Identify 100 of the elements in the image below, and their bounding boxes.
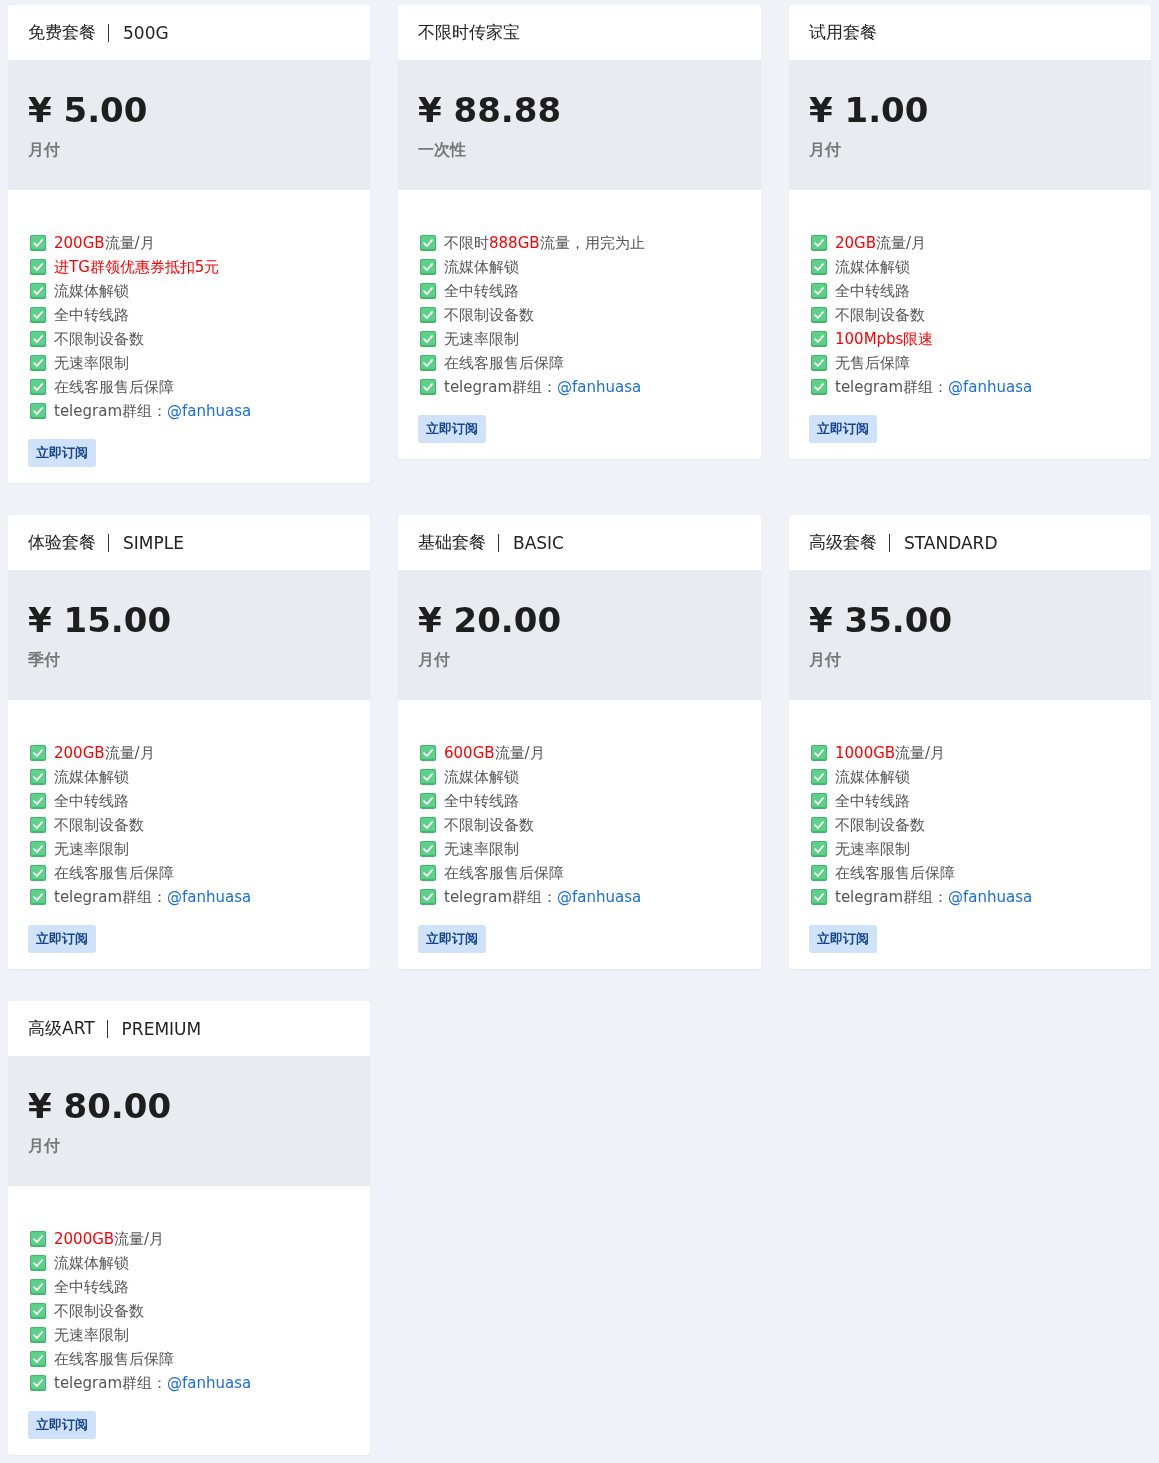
plan-name: 高级ART: [28, 1017, 95, 1040]
feature-text: 在线客服售后保障: [54, 1349, 174, 1369]
checkmark-icon: [420, 865, 436, 881]
plan-price: ¥ 35.00: [809, 599, 954, 640]
plan-tier: 500G: [108, 23, 169, 42]
checkmark-icon: [30, 841, 46, 857]
billing-period: 月付: [809, 649, 842, 671]
plan-tier: SIMPLE: [108, 533, 184, 552]
feature-text: 全中转线路: [835, 791, 910, 811]
checkmark-icon: [30, 865, 46, 881]
plan-tier: STANDARD: [889, 533, 998, 552]
checkmark-icon: [30, 889, 46, 905]
feature-text: 不限制设备数: [54, 815, 144, 835]
feature-text: 流媒体解锁: [835, 767, 910, 787]
checkmark-icon: [420, 793, 436, 809]
feature-text: 600GB流量/月: [444, 743, 545, 763]
checkmark-icon: [811, 235, 827, 251]
checkmark-icon: [811, 841, 827, 857]
checkmark-icon: [420, 379, 436, 395]
feature-text: telegram群组：@fanhuasa: [444, 377, 642, 397]
checkmark-icon: [420, 889, 436, 905]
checkmark-icon: [811, 259, 827, 275]
feature-text: 不限制设备数: [835, 815, 925, 835]
subscribe-button[interactable]: 立即订阅: [28, 925, 96, 953]
feature-text: telegram群组：@fanhuasa: [54, 1373, 252, 1393]
plan-name: 体验套餐: [28, 531, 96, 554]
checkmark-icon: [811, 793, 827, 809]
checkmark-icon: [420, 769, 436, 785]
subscribe-button[interactable]: 立即订阅: [418, 925, 486, 953]
checkmark-icon: [30, 817, 46, 833]
checkmark-icon: [30, 259, 46, 275]
checkmark-icon: [811, 283, 827, 299]
checkmark-icon: [30, 1351, 46, 1367]
checkmark-icon: [30, 307, 46, 323]
plan-name: 免费套餐: [28, 21, 96, 44]
plan-price: ¥ 5.00: [28, 89, 149, 130]
telegram-link[interactable]: @fanhuasa: [948, 377, 1033, 396]
feature-text: 无速率限制: [54, 1325, 129, 1345]
checkmark-icon: [811, 769, 827, 785]
checkmark-icon: [30, 745, 46, 761]
feature-text: 全中转线路: [444, 791, 519, 811]
subscribe-button[interactable]: 立即订阅: [28, 1411, 96, 1439]
plan-name: 基础套餐: [418, 531, 486, 554]
billing-period: 月付: [809, 139, 842, 161]
plan-name: 试用套餐: [809, 21, 877, 44]
telegram-link[interactable]: @fanhuasa: [557, 887, 642, 906]
checkmark-icon: [420, 841, 436, 857]
checkmark-icon: [811, 331, 827, 347]
checkmark-icon: [30, 235, 46, 251]
feature-text: 100Mpbs限速: [835, 329, 934, 349]
feature-text: 不限制设备数: [54, 1301, 144, 1321]
plan-name: 高级套餐: [809, 531, 877, 554]
checkmark-icon: [811, 865, 827, 881]
plan-price: ¥ 80.00: [28, 1085, 173, 1126]
plan-price: ¥ 88.88: [418, 89, 563, 130]
feature-text: 1000GB流量/月: [835, 743, 946, 763]
feature-text: 不限制设备数: [54, 329, 144, 349]
feature-text: 不限制设备数: [444, 305, 534, 325]
checkmark-icon: [30, 1255, 46, 1271]
checkmark-icon: [420, 331, 436, 347]
checkmark-icon: [30, 793, 46, 809]
feature-text: telegram群组：@fanhuasa: [54, 887, 252, 907]
feature-text: 2000GB流量/月: [54, 1229, 165, 1249]
checkmark-icon: [30, 769, 46, 785]
checkmark-icon: [811, 379, 827, 395]
billing-period: 季付: [28, 649, 61, 671]
checkmark-icon: [420, 745, 436, 761]
telegram-link[interactable]: @fanhuasa: [167, 401, 252, 420]
feature-text: 全中转线路: [835, 281, 910, 301]
feature-text: 200GB流量/月: [54, 233, 155, 253]
checkmark-icon: [420, 355, 436, 371]
telegram-link[interactable]: @fanhuasa: [948, 887, 1033, 906]
telegram-link[interactable]: @fanhuasa: [557, 377, 642, 396]
checkmark-icon: [30, 403, 46, 419]
telegram-link[interactable]: @fanhuasa: [167, 1373, 252, 1392]
feature-text: 流媒体解锁: [444, 257, 519, 277]
feature-text: 无速率限制: [444, 329, 519, 349]
checkmark-icon: [811, 355, 827, 371]
checkmark-icon: [420, 283, 436, 299]
telegram-link[interactable]: @fanhuasa: [167, 887, 252, 906]
feature-text: telegram群组：@fanhuasa: [444, 887, 642, 907]
feature-text: 不限制设备数: [835, 305, 925, 325]
subscribe-button[interactable]: 立即订阅: [809, 415, 877, 443]
feature-text: 进TG群领优惠券抵扣5元: [54, 257, 220, 277]
checkmark-icon: [30, 283, 46, 299]
feature-text: 流媒体解锁: [54, 281, 129, 301]
plan-tier: PREMIUM: [106, 1019, 202, 1038]
subscribe-button[interactable]: 立即订阅: [28, 439, 96, 467]
billing-period: 月付: [28, 139, 61, 161]
checkmark-icon: [30, 1375, 46, 1391]
checkmark-icon: [420, 235, 436, 251]
subscribe-button[interactable]: 立即订阅: [809, 925, 877, 953]
subscribe-button[interactable]: 立即订阅: [418, 415, 486, 443]
billing-period: 月付: [28, 1135, 61, 1157]
plan-tier: BASIC: [498, 533, 564, 552]
feature-text: 流媒体解锁: [835, 257, 910, 277]
feature-text: 全中转线路: [54, 791, 129, 811]
feature-text: 全中转线路: [54, 305, 129, 325]
feature-text: 无速率限制: [444, 839, 519, 859]
billing-period: 一次性: [418, 139, 467, 161]
